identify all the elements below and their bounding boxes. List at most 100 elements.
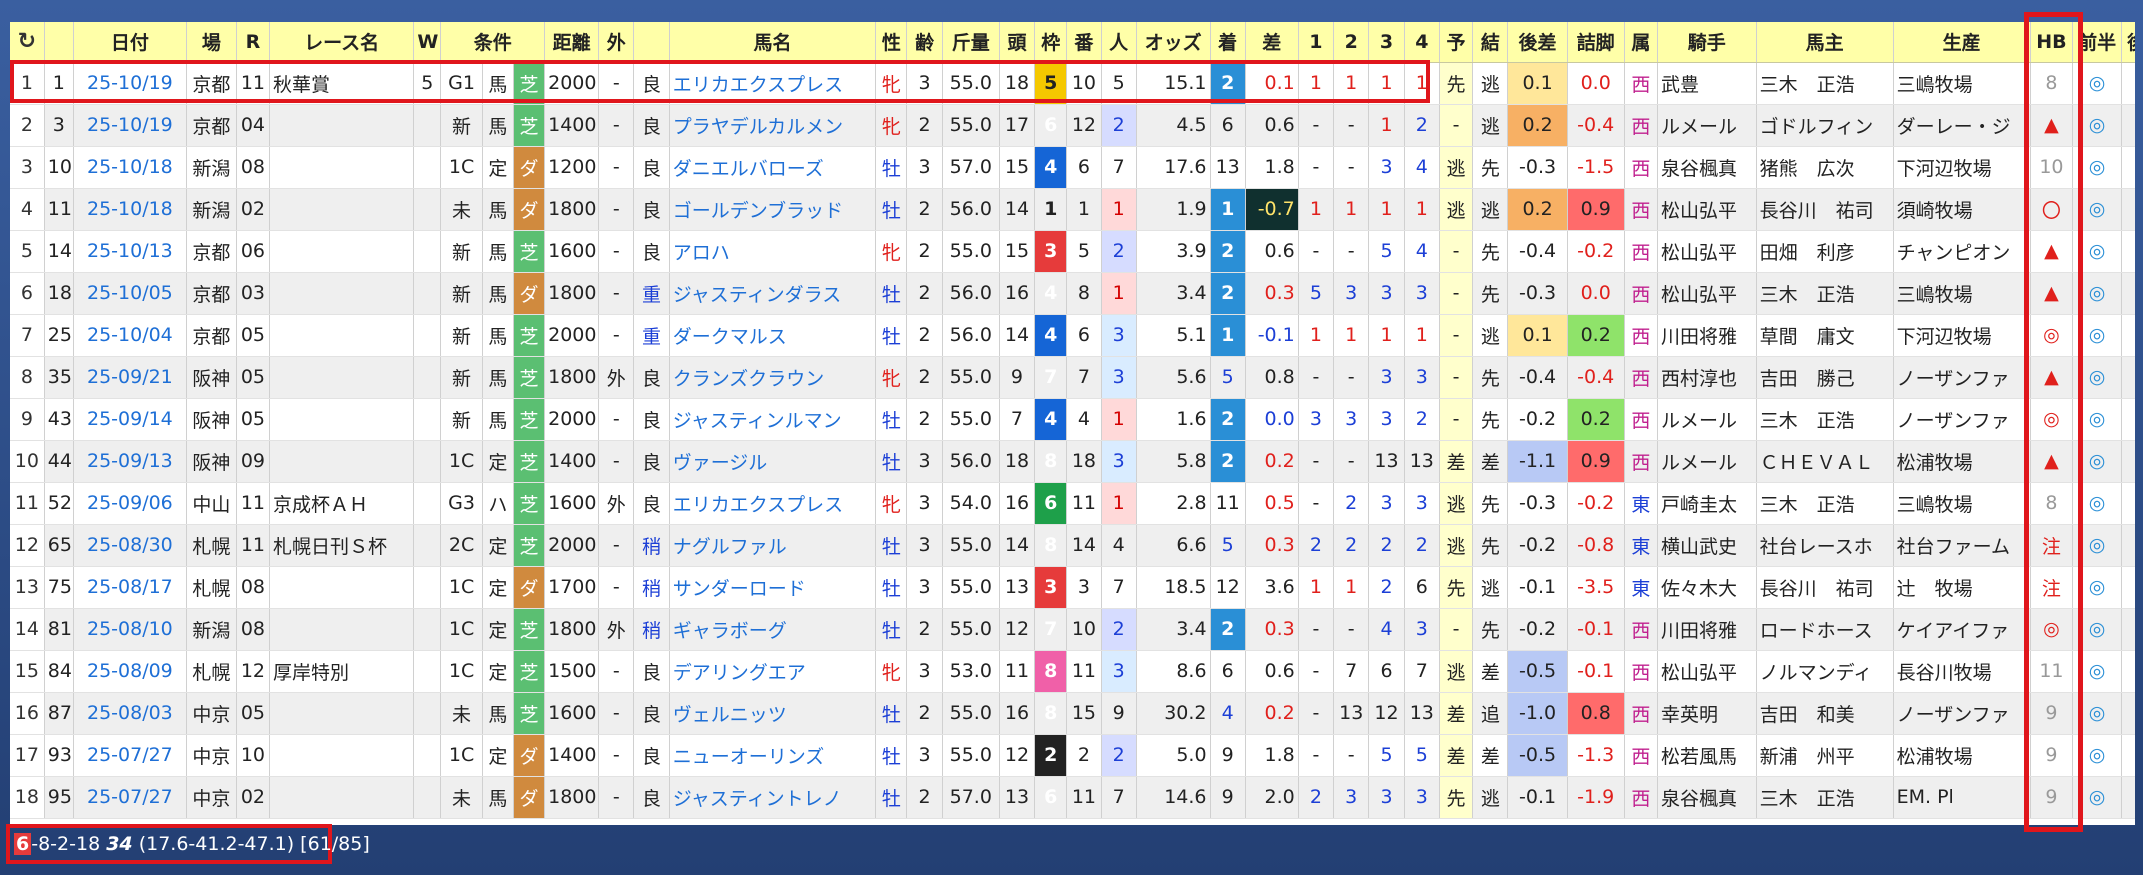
col-header-odds[interactable]: オッズ	[1136, 22, 1211, 63]
cell-horse-name[interactable]: エリカエクスプレス	[669, 482, 877, 525]
col-header-finish[interactable]: 着	[1210, 22, 1246, 63]
cell-horse-name[interactable]: エリカエクスプレス	[669, 62, 877, 105]
table-row[interactable]: 1 1 25-10/19 京都 11 秋華賞 5 G1 馬芝 2000- 良エリカエクスプレス牝 3 5…	[10, 62, 2135, 105]
col-header-weight[interactable]: 斤量	[942, 22, 1000, 63]
cell-date[interactable]: 25-10/04	[73, 314, 187, 357]
table-row[interactable]: 9 43 25-09/14 阪神 05 新馬芝 2000- 良ジャスティンルマン牡 2 55.0 7…	[10, 398, 2135, 441]
cell-date[interactable]: 25-08/10	[73, 608, 187, 651]
reload-button[interactable]: ↻	[10, 22, 45, 63]
col-header-hb[interactable]: HB	[2030, 22, 2074, 63]
table-row[interactable]: 7 25 25-10/04 京都 05 新馬芝 2000- 重ダークマルス牡 2 56.0 14 4 6…	[10, 314, 2135, 357]
col-header-margin[interactable]: 差	[1245, 22, 1299, 63]
cell-number: 4	[1066, 398, 1102, 441]
cell-date[interactable]: 25-08/09	[73, 650, 187, 693]
cell-date[interactable]: 25-08/30	[73, 524, 187, 567]
cell-date[interactable]: 25-07/27	[73, 776, 187, 819]
col-header-age[interactable]: 齢	[906, 22, 943, 63]
cell-date[interactable]: 25-10/18	[73, 146, 187, 189]
col-header-race-name[interactable]: レース名	[269, 22, 415, 63]
cell-date[interactable]: 25-09/21	[73, 356, 187, 399]
col-header-jockey[interactable]: 騎手	[1657, 22, 1757, 63]
cell-date[interactable]: 25-10/19	[73, 104, 187, 147]
cell-horse-name[interactable]: ニューオーリンズ	[669, 734, 877, 777]
table-row[interactable]: 15 84 25-08/09 札幌 12 厚岸特別 1C 定芝 1500- 良デアリングエア牝 3 5…	[10, 650, 2135, 693]
col-header-condition[interactable]: 条件	[440, 22, 546, 63]
table-row[interactable]: 13 75 25-08/17 札幌 08 1C 定ダ 1700- 稍サンダーロード牡 3 55.0 1…	[10, 566, 2135, 609]
cell-result: 先	[1472, 524, 1509, 567]
cell-horse-name[interactable]: デアリングエア	[669, 650, 877, 693]
col-header-going[interactable]	[633, 22, 670, 63]
col-header-number[interactable]: 番	[1066, 22, 1102, 63]
cell-horse-name[interactable]: ジャスティンルマン	[669, 398, 877, 441]
cell-horse-name[interactable]: プラヤデルカルメン	[669, 104, 877, 147]
col-header-horse[interactable]: 馬名	[669, 22, 877, 63]
cell-horse-name[interactable]: ギャラボーグ	[669, 608, 877, 651]
table-row[interactable]: 16 87 25-08/03 中京 05 未馬芝 1600- 良ヴェルニッツ牡 2 55.0 16 8…	[10, 692, 2135, 735]
cell-horse-name[interactable]: ヴァージル	[669, 440, 877, 483]
col-header-owner[interactable]: 馬主	[1756, 22, 1894, 63]
cell-date[interactable]: 25-09/14	[73, 398, 187, 441]
col-header-late-diff[interactable]: 後差	[1507, 22, 1568, 63]
cell-stable: 東	[1624, 566, 1658, 609]
col-header-c4[interactable]: 4	[1404, 22, 1440, 63]
cell-late-diff: -0.4	[1507, 230, 1568, 273]
col-header-result[interactable]: 結	[1472, 22, 1509, 63]
cell-horse-name[interactable]: ダニエルバローズ	[669, 146, 877, 189]
col-header-heads[interactable]: 頭	[999, 22, 1036, 63]
cell-second-half	[2121, 524, 2135, 567]
cell-horse-name[interactable]: ゴールデンブラッド	[669, 188, 877, 231]
table-row[interactable]: 17 93 25-07/27 中京 10 1C 定ダ 1400- 良ニューオーリンズ牡 3 55.0…	[10, 734, 2135, 777]
table-row[interactable]: 11 52 25-09/06 中山 11 京成杯ＡＨ G3 ハ芝 1600 外良エリカエクスプレス…	[10, 482, 2135, 525]
reload-icon[interactable]: ↻	[18, 29, 36, 54]
cell-date[interactable]: 25-09/06	[73, 482, 187, 525]
col-header-place[interactable]: 場	[186, 22, 237, 63]
cell-horse-name[interactable]: ジャスティンダラス	[669, 272, 877, 315]
col-header-distance[interactable]: 距離	[544, 22, 600, 63]
cell-forecast: 逃	[1439, 146, 1474, 189]
col-header-date[interactable]: 日付	[73, 22, 187, 63]
cell-horse-name[interactable]: サンダーロード	[669, 566, 877, 609]
col-header-c2[interactable]: 2	[1333, 22, 1370, 63]
cell-horse-name[interactable]: アロハ	[669, 230, 877, 273]
table-row[interactable]: 6 18 25-10/05 京都 03 新馬ダ 1800- 重ジャスティンダラス牡 2 56.0 1…	[10, 272, 2135, 315]
col-header-c1[interactable]: 1	[1298, 22, 1335, 63]
table-row[interactable]: 10 44 25-09/13 阪神 09 1C 定芝 1400- 良ヴァージル牡 3 56.0 18 8…	[10, 440, 2135, 483]
col-header-sex[interactable]: 性	[875, 22, 908, 63]
table-row[interactable]: 18 95 25-07/27 中京 02 未馬ダ 1800- 良ジャスティントレノ牡 2 57.0…	[10, 776, 2135, 819]
col-header-outer[interactable]: 外	[598, 22, 635, 63]
table-row[interactable]: 8 35 25-09/21 阪神 05 新馬芝 1800 外良クランズクラウン牝 2 55.0 9 7…	[10, 356, 2135, 399]
col-header-stable[interactable]: 属	[1624, 22, 1658, 63]
cell-heads: 16	[999, 692, 1036, 735]
cell-date[interactable]: 25-09/13	[73, 440, 187, 483]
cell-date[interactable]: 25-08/03	[73, 692, 187, 735]
table-row[interactable]: 3 10 25-10/18 新潟 08 1C 定ダ 1200- 良ダニエルバローズ牡 3 57.0 1…	[10, 146, 2135, 189]
col-header-second-half[interactable]: 後半	[2121, 22, 2135, 63]
table-row[interactable]: 14 81 25-08/10 新潟 08 1C 定芝 1800 外稍ギャラボーグ牡 2 55.0 12…	[10, 608, 2135, 651]
cell-horse-name[interactable]: ダークマルス	[669, 314, 877, 357]
cell-date[interactable]: 25-10/13	[73, 230, 187, 273]
col-header-popularity[interactable]: 人	[1101, 22, 1137, 63]
col-header-first-half[interactable]: 前半	[2072, 22, 2122, 63]
cell-date[interactable]: 25-10/18	[73, 188, 187, 231]
cell-horse-name[interactable]: ナグルファル	[669, 524, 877, 567]
col-header-waku[interactable]: 枠	[1034, 22, 1068, 63]
col-header-breeder[interactable]: 生産	[1893, 22, 2031, 63]
cell-class: 1C	[440, 146, 483, 189]
col-header[interactable]	[44, 22, 74, 63]
cell-horse-name[interactable]: ジャスティントレノ	[669, 776, 877, 819]
col-header-w[interactable]: W	[413, 22, 442, 63]
cell-horse-name[interactable]: ヴェルニッツ	[669, 692, 877, 735]
table-row[interactable]: 4 11 25-10/18 新潟 02 未馬ダ 1800- 良ゴールデンブラッド牡 2 56.0 1…	[10, 188, 2135, 231]
col-header-close[interactable]: 詰脚	[1567, 22, 1625, 63]
cell-date[interactable]: 25-10/19	[73, 62, 187, 105]
col-header-forecast[interactable]: 予	[1439, 22, 1474, 63]
table-row[interactable]: 2 3 25-10/19 京都 04 新馬芝 1400- 良プラヤデルカルメン牝 2 55.0 17…	[10, 104, 2135, 147]
cell-date[interactable]: 25-07/27	[73, 734, 187, 777]
cell-horse-name[interactable]: クランズクラウン	[669, 356, 877, 399]
table-row[interactable]: 12 65 25-08/30 札幌 11 札幌日刊Ｓ杯 2C 定芝 2000- 稍ナグルファル牡 3…	[10, 524, 2135, 567]
col-header-c3[interactable]: 3	[1368, 22, 1405, 63]
table-row[interactable]: 5 14 25-10/13 京都 06 新馬芝 1600- 良アロハ牝 2 55.0 15 3 5 2 3.…	[10, 230, 2135, 273]
cell-date[interactable]: 25-10/05	[73, 272, 187, 315]
col-header-race-no[interactable]: R	[236, 22, 271, 63]
cell-date[interactable]: 25-08/17	[73, 566, 187, 609]
